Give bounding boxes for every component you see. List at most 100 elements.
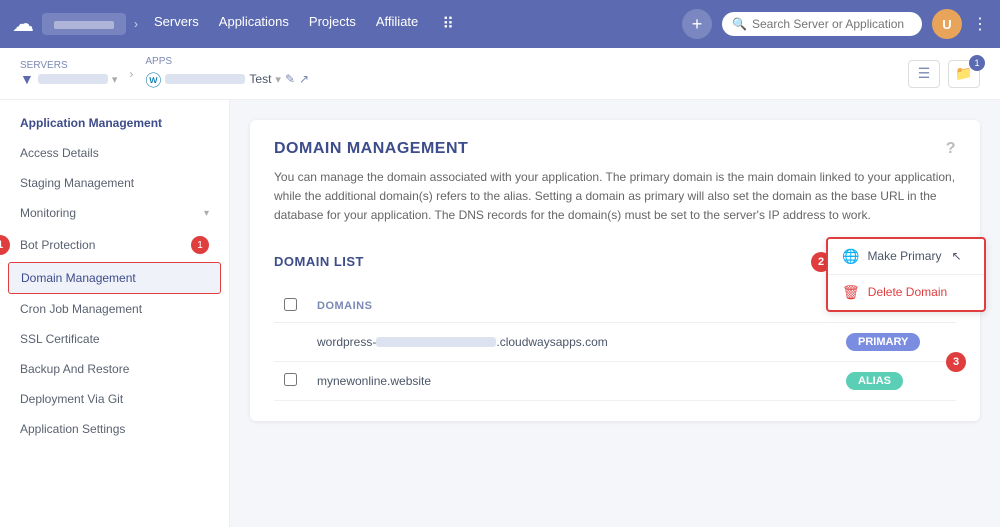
help-icon[interactable]: ? — [946, 140, 956, 158]
annotation-1: 1 — [0, 235, 10, 255]
edit-icon[interactable]: ✎ — [285, 72, 295, 86]
folder-btn-wrap: 📁 1 — [948, 60, 980, 88]
nav-links: Servers Applications Projects Affiliate … — [154, 14, 454, 34]
sidebar-item-ssl[interactable]: SSL Certificate — [0, 324, 229, 354]
folder-badge: 1 — [969, 55, 985, 71]
row2-domain-cell: mynewonline.website — [307, 361, 836, 400]
context-menu: 🌐 Make Primary ↖ 🗑 Delete Domain — [826, 237, 986, 312]
domain-table: DOMAINS TYPE wordpress-.cloudwaysapps.co… — [274, 290, 956, 401]
sidebar-label-domain-management: Domain Management — [21, 271, 136, 285]
monitoring-chevron-icon: ▾ — [204, 208, 209, 219]
sidebar-label-monitoring: Monitoring — [20, 206, 76, 220]
servers-label: Servers — [20, 60, 117, 71]
sidebar-item-domain-management[interactable]: Domain Management — [8, 262, 221, 294]
sidebar-label-access-details: Access Details — [20, 146, 99, 160]
sidebar-item-app-settings[interactable]: Application Settings — [0, 414, 229, 444]
make-primary-menu-item[interactable]: 🌐 Make Primary ↖ — [828, 239, 984, 274]
logo[interactable]: ☁ — [12, 11, 34, 37]
sidebar-label-deployment: Deployment Via Git — [20, 392, 123, 406]
bot-protection-badge: 1 — [191, 236, 209, 254]
globe-icon: 🌐 — [842, 248, 859, 265]
delete-domain-label: Delete Domain — [868, 285, 947, 299]
apps-label: Apps — [145, 56, 309, 67]
sidebar-item-deployment-git[interactable]: Deployment Via Git — [0, 384, 229, 414]
app-name-redacted — [165, 74, 245, 84]
avatar[interactable]: U — [932, 9, 962, 39]
apps-breadcrumb-section: Apps ⓦ Test ▾ ✎ ↗ — [145, 56, 309, 91]
content-card: DOMAIN MANAGEMENT ? You can manage the d… — [250, 120, 980, 421]
row2-check-cell — [274, 361, 307, 400]
server-chevron[interactable]: ▾ — [112, 73, 118, 86]
sidebar-label-app-settings: Application Settings — [20, 422, 125, 436]
search-input[interactable] — [722, 12, 922, 36]
sidebar: Application Management Access Details St… — [0, 100, 230, 527]
nav-projects[interactable]: Projects — [309, 14, 356, 34]
more-options-icon[interactable]: ⋮ — [972, 14, 988, 34]
grid-icon[interactable]: ⠿ — [442, 14, 454, 34]
breadcrumb-bar: Servers ▼ ▾ › Apps ⓦ Test ▾ ✎ ↗ ☰ 📁 1 — [0, 48, 1000, 100]
domain-suffix: .cloudwaysapps.com — [496, 335, 607, 349]
wordpress-icon: ⓦ — [145, 67, 161, 91]
top-navigation: ☁ › Servers Applications Projects Affili… — [0, 0, 1000, 48]
sidebar-item-access-details[interactable]: Access Details — [0, 138, 229, 168]
sidebar-label-ssl: SSL Certificate — [20, 332, 100, 346]
row2-type-cell: ALIAS 3 🌐 Make Primary ↖ — [836, 361, 956, 400]
delete-domain-menu-item[interactable]: 🗑 Delete Domain — [828, 275, 984, 310]
sidebar-label-cron-job: Cron Job Management — [20, 302, 142, 316]
trash-icon: 🗑 — [842, 284, 860, 301]
sidebar-item-staging-management[interactable]: Staging Management — [0, 168, 229, 198]
sidebar-item-backup-restore[interactable]: Backup And Restore — [0, 354, 229, 384]
sidebar-label-staging: Staging Management — [20, 176, 134, 190]
server-icon: ▼ — [20, 71, 34, 87]
main-content: DOMAIN MANAGEMENT ? You can manage the d… — [230, 100, 1000, 527]
make-primary-label: Make Primary — [867, 249, 941, 263]
col-check-header — [274, 290, 307, 323]
app-chevron[interactable]: ▾ — [275, 73, 281, 86]
row1-check-cell — [274, 322, 307, 361]
table-row: wordpress- .cloudwaysapps.com PRIMARY — [274, 322, 956, 361]
domain-list-title: DOMAIN LIST — [274, 254, 364, 269]
search-icon: 🔍 — [732, 17, 747, 31]
table-view-btn-wrap: ☰ — [908, 60, 940, 88]
breadcrumb-arrow: › — [134, 17, 138, 31]
sidebar-label-backup: Backup And Restore — [20, 362, 129, 376]
annotation-3: 3 — [946, 352, 966, 372]
domain-redacted: wordpress- — [317, 335, 376, 349]
servers-breadcrumb-section: Servers ▼ ▾ — [20, 60, 117, 87]
sidebar-item-bot-protection[interactable]: Bot Protection 1 1 — [0, 228, 229, 262]
server-breadcrumb[interactable] — [42, 13, 126, 35]
cloud-icon: ☁ — [12, 11, 34, 37]
row1-type-cell: PRIMARY — [836, 322, 956, 361]
section-arrow: › — [129, 67, 133, 81]
table-row: mynewonline.website ALIAS 3 🌐 Make Pr — [274, 361, 956, 400]
add-button[interactable]: + — [682, 9, 712, 39]
row1-domain-cell: wordpress- .cloudwaysapps.com — [307, 322, 836, 361]
sidebar-section-title: Application Management — [0, 116, 229, 138]
select-all-checkbox[interactable] — [284, 298, 297, 311]
domain-redacted-block — [376, 337, 496, 347]
content-description: You can manage the domain associated wit… — [274, 168, 956, 226]
col-domains-header: DOMAINS — [307, 290, 836, 323]
domain-management-title: DOMAIN MANAGEMENT — [274, 140, 468, 158]
primary-badge: PRIMARY — [846, 333, 920, 351]
sidebar-item-cron-job[interactable]: Cron Job Management — [0, 294, 229, 324]
row2-checkbox[interactable] — [284, 373, 297, 386]
breadcrumb-right: ☰ 📁 1 — [908, 60, 980, 88]
table-view-button[interactable]: ☰ — [908, 60, 940, 88]
nav-servers[interactable]: Servers — [154, 14, 199, 34]
servers-value: ▼ ▾ — [20, 71, 117, 87]
content-title: DOMAIN MANAGEMENT ? — [274, 140, 956, 158]
search-wrap: 🔍 — [722, 12, 922, 36]
row2-domain: mynewonline.website — [317, 374, 431, 388]
main-layout: Application Management Access Details St… — [0, 100, 1000, 527]
sidebar-item-monitoring[interactable]: Monitoring ▾ — [0, 198, 229, 228]
nav-right: + 🔍 U ⋮ — [682, 9, 988, 39]
apps-value: ⓦ Test ▾ ✎ ↗ — [145, 67, 309, 91]
external-link-icon[interactable]: ↗ — [299, 72, 309, 86]
cursor-icon: ↖ — [951, 249, 961, 263]
alias-badge: ALIAS — [846, 372, 903, 390]
nav-applications[interactable]: Applications — [219, 14, 289, 34]
app-test-label: Test — [249, 72, 271, 86]
nav-affiliate[interactable]: Affiliate — [376, 14, 418, 34]
server-name-redacted — [38, 74, 108, 84]
